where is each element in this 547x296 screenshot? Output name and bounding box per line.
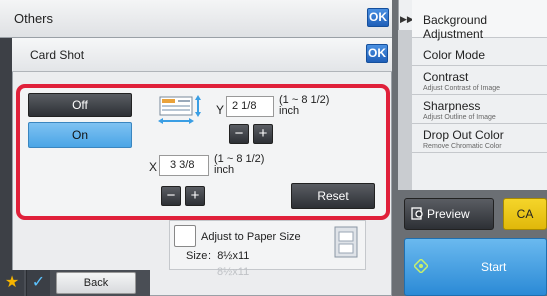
menu-label: Contrast [423,70,469,84]
menu-sublabel: Adjust Outline of Image [423,114,496,121]
reset-button[interactable]: Reset [291,183,375,209]
others-header-bar [0,0,392,38]
background-size-text: 8½x11 [217,266,250,278]
star-icon[interactable]: ★ [0,270,24,296]
adjust-paper-size-label: Adjust to Paper Size [201,231,301,243]
others-title: Others [14,11,54,26]
size-value: : 8½x11 [208,250,249,262]
menu-drop-out-color[interactable]: Drop Out Color Remove Chromatic Color [412,126,547,153]
back-button[interactable]: Back [56,272,136,294]
size-value-text: 8½x11 [217,250,250,262]
menu-label: Background Adjustment [423,13,488,41]
y-range-label: (1 ~ 8 1/2) inch [279,95,329,117]
x-size-input[interactable]: 3 3/8 [159,155,209,176]
dialog-ok-button[interactable]: OK [366,44,388,63]
y-size-input[interactable]: 2 1/8 [226,96,274,117]
others-ok-button[interactable]: OK [367,8,389,27]
x-range-label: (1 ~ 8 1/2) inch [214,154,264,176]
preview-icon [411,207,423,220]
menu-sharpness[interactable]: Sharpness Adjust Outline of Image [412,97,547,124]
y-decrease-button[interactable]: − [229,124,249,144]
checkmark-icon[interactable]: ✓ [26,270,50,296]
adjust-paper-size-checkbox[interactable] [174,225,196,247]
off-button[interactable]: Off [28,93,132,117]
dialog-title: Card Shot [30,48,85,62]
x-axis-label: X [149,160,158,174]
size-label: Size [186,250,208,262]
menu-sublabel: Adjust Contrast of Image [423,85,501,92]
menu-color-mode[interactable]: Color Mode [412,44,547,66]
y-unit-text: inch [279,105,300,117]
x-decrease-button[interactable]: − [161,186,181,206]
paper-size-icon [334,226,358,258]
x-unit-text: inch [214,164,235,176]
menu-label: Drop Out Color [423,128,504,142]
menu-sublabel: Remove Chromatic Color [423,143,502,150]
y-increase-button[interactable]: + [253,124,273,144]
menu-contrast[interactable]: Contrast Adjust Contrast of Image [412,68,547,95]
x-increase-button[interactable]: + [185,186,205,206]
y-axis-label: Y [216,103,225,117]
menu-background-adjustment[interactable]: Background Adjustment [412,0,547,41]
left-bezel [0,0,12,296]
menu-label: Color Mode [423,48,486,62]
size-separator: : [208,250,212,262]
clear-all-button[interactable]: CA [503,198,547,230]
menu-label: Sharpness [423,99,481,113]
on-button[interactable]: On [28,122,132,148]
side-panel-toggle[interactable] [398,30,412,190]
start-diamond-icon [414,259,428,273]
card-size-icon [158,95,201,124]
